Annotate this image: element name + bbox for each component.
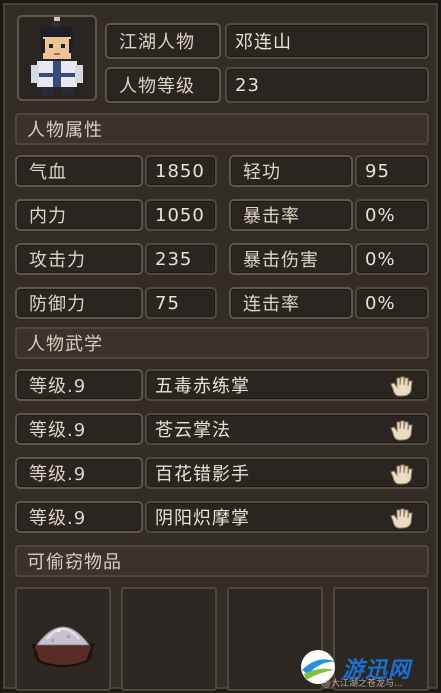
- skill-name: 五毒赤练掌: [155, 376, 250, 397]
- name-label-box: 江湖人物: [105, 23, 221, 59]
- character-avatar: [17, 15, 97, 101]
- attr-value: 75: [155, 292, 180, 314]
- attr-value: 235: [155, 248, 193, 270]
- attr-label: 连击率: [243, 294, 300, 315]
- skill-name: 阴阳炽摩掌: [155, 508, 250, 529]
- skill-level-box: 等级.9: [15, 457, 143, 489]
- level-value-box: 23: [225, 67, 429, 103]
- attr-value: 1050: [155, 204, 205, 226]
- attr-inner-value-box: 1050: [145, 199, 217, 231]
- attr-defense-value-box: 75: [145, 287, 217, 319]
- attr-critdmg-label-box: 暴击伤害: [229, 243, 353, 275]
- attr-crit-value-box: 0%: [355, 199, 429, 231]
- attr-label: 气血: [29, 162, 67, 183]
- skill-level: 等级.9: [29, 376, 87, 397]
- attr-combo-label-box: 连击率: [229, 287, 353, 319]
- skill-level: 等级.9: [29, 464, 87, 485]
- palm-icon: [390, 420, 413, 441]
- palm-icon: [390, 508, 413, 529]
- stealable-section-title: 可偷窃物品: [27, 552, 122, 573]
- item-slot[interactable]: [121, 587, 217, 691]
- watermark-credit: @大江湖之苍龙与...: [322, 679, 403, 689]
- character-info-panel: 江湖人物 邓连山 人物等级 23 人物属性 气血 1850 轻功 95 内力 1…: [0, 0, 441, 692]
- attr-value: 1850: [155, 160, 205, 182]
- attr-attack-value-box: 235: [145, 243, 217, 275]
- skill-level: 等级.9: [29, 420, 87, 441]
- attr-label: 暴击率: [243, 206, 300, 227]
- attr-attack-label-box: 攻击力: [15, 243, 143, 275]
- attr-defense-label-box: 防御力: [15, 287, 143, 319]
- attributes-section-title: 人物属性: [27, 120, 103, 141]
- attr-label: 攻击力: [29, 250, 86, 271]
- salt-bowl-icon: [31, 626, 95, 667]
- skill-level-box: 等级.9: [15, 369, 143, 401]
- attr-value: 95: [365, 160, 390, 182]
- skill-row[interactable]: 阴阳炽摩掌: [145, 501, 429, 533]
- skill-level: 等级.9: [29, 508, 87, 529]
- attr-agility-label-box: 轻功: [229, 155, 353, 187]
- attr-label: 轻功: [243, 162, 281, 183]
- item-slot[interactable]: [15, 587, 111, 691]
- name-value-box: 邓连山: [225, 23, 429, 59]
- attr-crit-label-box: 暴击率: [229, 199, 353, 231]
- attr-agility-value-box: 95: [355, 155, 429, 187]
- attr-value: 0%: [365, 248, 396, 270]
- attr-label: 内力: [29, 206, 67, 227]
- name-label: 江湖人物: [119, 32, 195, 53]
- skill-name: 苍云掌法: [155, 420, 231, 441]
- skill-name: 百花错影手: [155, 464, 250, 485]
- attr-value: 0%: [365, 292, 396, 314]
- skill-row[interactable]: 五毒赤练掌: [145, 369, 429, 401]
- attr-combo-value-box: 0%: [355, 287, 429, 319]
- character-portrait-icon: [31, 17, 83, 95]
- attr-hp-value-box: 1850: [145, 155, 217, 187]
- stealable-section-header: 可偷窃物品: [15, 545, 429, 577]
- attr-label: 暴击伤害: [243, 250, 319, 271]
- attributes-section-header: 人物属性: [15, 113, 429, 145]
- attr-label: 防御力: [29, 294, 86, 315]
- level-label-box: 人物等级: [105, 67, 221, 103]
- attr-hp-label-box: 气血: [15, 155, 143, 187]
- palm-icon: [390, 376, 413, 397]
- attr-critdmg-value-box: 0%: [355, 243, 429, 275]
- level-label: 人物等级: [119, 76, 195, 97]
- martial-section-header: 人物武学: [15, 327, 429, 359]
- martial-section-title: 人物武学: [27, 334, 103, 355]
- character-name: 邓连山: [235, 32, 292, 53]
- skill-row[interactable]: 百花错影手: [145, 457, 429, 489]
- skill-level-box: 等级.9: [15, 413, 143, 445]
- skill-row[interactable]: 苍云掌法: [145, 413, 429, 445]
- skill-level-box: 等级.9: [15, 501, 143, 533]
- palm-icon: [390, 464, 413, 485]
- attr-inner-label-box: 内力: [15, 199, 143, 231]
- character-level: 23: [235, 74, 260, 96]
- attr-value: 0%: [365, 204, 396, 226]
